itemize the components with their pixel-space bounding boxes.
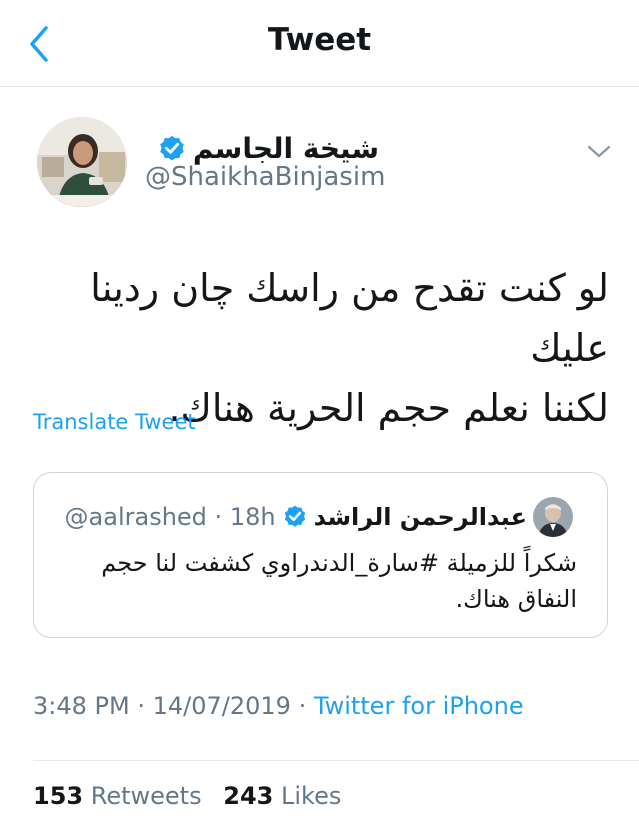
quoted-meta: @aalrashed · 18h <box>65 503 276 531</box>
meta-separator: · <box>137 692 145 720</box>
tweet-date: 14/07/2019 <box>152 692 291 720</box>
tweet-stats: 153 Retweets 243 Likes <box>33 782 355 810</box>
tweet-meta: 3:48 PM · 14/07/2019 · Twitter for iPhon… <box>33 692 524 720</box>
author-avatar[interactable] <box>37 117 127 207</box>
likes-label: Likes <box>281 782 342 810</box>
quoted-time: 18h <box>229 503 276 531</box>
tweet-text-line: لو كنت تقدح من راسك چان ردينا عليك <box>90 266 609 370</box>
retweets-label: Retweets <box>90 782 202 810</box>
author-display-name[interactable]: شيخة الجاسم <box>193 132 379 165</box>
quoted-tweet[interactable]: عبدالرحمن الراشد @aalrashed · 18h شكراً … <box>33 472 608 638</box>
quoted-text: شكراً للزميلة #سارة_الدندراوي كشفت لنا ح… <box>57 545 577 617</box>
quoted-header: عبدالرحمن الراشد @aalrashed · 18h <box>65 497 573 537</box>
meta-separator: · <box>298 692 307 720</box>
quoted-avatar <box>533 497 573 537</box>
retweets-count: 153 <box>33 782 84 810</box>
tweet-time: 3:48 PM <box>33 692 130 720</box>
likes-stat[interactable]: 243 Likes <box>223 782 341 810</box>
tweet-author: شيخة الجاسم @ShaikhaBinjasim <box>0 110 639 210</box>
verified-badge-icon <box>160 135 184 160</box>
tweet-options-button[interactable] <box>586 142 612 162</box>
quoted-handle: @aalrashed <box>64 503 207 531</box>
divider <box>33 760 639 761</box>
quoted-display-name: عبدالرحمن الراشد <box>313 503 527 531</box>
author-name-row: شيخة الجاسم <box>157 132 379 165</box>
quoted-text-line: النفاق هناك. <box>455 585 577 613</box>
quoted-text-line: شكراً للزميلة #سارة_الدندراوي كشفت لنا ح… <box>101 549 577 577</box>
author-handle[interactable]: @ShaikhaBinjasim <box>145 162 385 192</box>
chevron-down-icon <box>587 145 611 158</box>
likes-count: 243 <box>223 782 274 810</box>
top-bar: Tweet <box>0 0 639 87</box>
avatar-photo <box>37 117 127 207</box>
quoted-separator: · <box>214 503 223 531</box>
page-title: Tweet <box>267 22 372 58</box>
translate-tweet-link[interactable]: Translate Tweet <box>33 410 196 434</box>
retweets-stat[interactable]: 153 Retweets <box>33 782 202 810</box>
verified-badge-icon <box>284 505 305 527</box>
quoted-avatar-photo <box>533 497 573 537</box>
tweet-source-link[interactable]: Twitter for iPhone <box>314 692 524 720</box>
